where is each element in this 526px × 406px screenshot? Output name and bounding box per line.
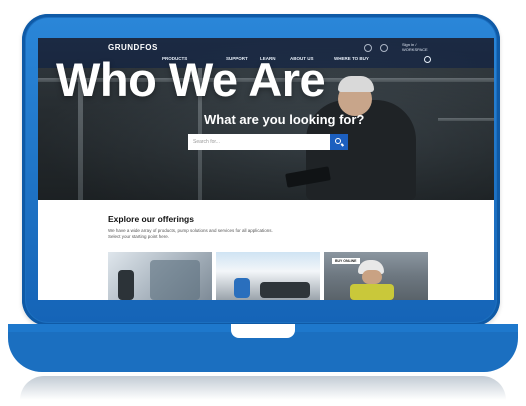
card-face: [362, 270, 382, 284]
hero-title: Who We Are: [56, 53, 326, 106]
card-badge: BUY ONLINE: [332, 258, 360, 264]
offerings-description: We have a wide array of products, pump s…: [108, 228, 273, 239]
hero-banner: GRUNDFOS Sign in / WORKSPACE PRODUCTS SU…: [38, 38, 494, 200]
card-vest: [350, 284, 394, 300]
card-pump: [234, 278, 250, 298]
card-machinery: [150, 260, 200, 300]
laptop-notch: [231, 324, 295, 338]
laptop-base: [8, 332, 518, 372]
offering-card-buy-online[interactable]: BUY ONLINE: [324, 252, 428, 300]
card-person-figure: [118, 270, 134, 300]
laptop-screen: GRUNDFOS Sign in / WORKSPACE PRODUCTS SU…: [38, 38, 494, 300]
search-input[interactable]: [188, 134, 330, 150]
utility-icons: [364, 44, 388, 52]
offerings-title: Explore our offerings: [108, 214, 194, 224]
search-icon[interactable]: [424, 56, 431, 63]
search-prompt: What are you looking for?: [204, 112, 365, 127]
grundfos-logo[interactable]: GRUNDFOS: [108, 43, 158, 52]
laptop-reflection: [20, 376, 506, 400]
workspace-link[interactable]: Sign in / WORKSPACE: [402, 42, 442, 52]
search-button[interactable]: [330, 134, 348, 150]
user-icon[interactable]: [380, 44, 388, 52]
hero-pipe: [438, 118, 494, 121]
globe-icon[interactable]: [364, 44, 372, 52]
offerings-section: Explore our offerings We have a wide arr…: [38, 200, 494, 300]
offering-card-products[interactable]: [108, 252, 212, 300]
offering-card-solutions[interactable]: [216, 252, 320, 300]
magnifier-icon: [335, 138, 341, 144]
nav-item-where-to-buy[interactable]: WHERE TO BUY: [334, 56, 369, 61]
card-pump-row: [260, 282, 310, 298]
hero-worker-helmet: [338, 76, 374, 92]
